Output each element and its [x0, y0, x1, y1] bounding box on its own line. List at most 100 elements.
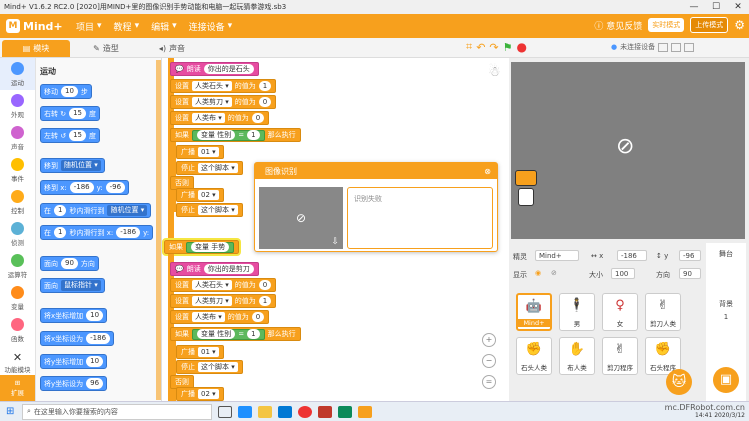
windows-start-icon[interactable]: ⊞	[6, 406, 14, 417]
block-input[interactable]: 0	[258, 280, 272, 290]
set-var-block[interactable]: 设置 人类石头 ▾ 的值为 1	[170, 79, 277, 93]
zoom-in-button[interactable]: +	[482, 333, 496, 347]
block-dropdown[interactable]: 02 ▾	[198, 389, 219, 399]
block-input[interactable]: 1	[258, 296, 272, 306]
category-motion[interactable]: 运动	[0, 58, 35, 90]
palette-block-turn-left[interactable]: 左转 ↺ 15 度	[40, 128, 101, 143]
close-icon[interactable]: ⊗	[484, 167, 491, 176]
green-flag-icon[interactable]: ⚑	[503, 41, 513, 54]
palette-block-turn-right[interactable]: 右转 ↻ 15 度	[40, 106, 101, 121]
palette-block-set-y[interactable]: 将y坐标设为 96	[40, 376, 108, 391]
block-dropdown[interactable]: 人类剪刀 ▾	[192, 296, 232, 306]
block-dropdown[interactable]: 这个脚本 ▾	[198, 205, 238, 215]
set-var-block[interactable]: 设置 人类剪刀 ▾ 的值为 1	[170, 294, 277, 308]
sprite-tile[interactable]: 🤖 Mind+	[516, 293, 552, 331]
edge-browser-icon[interactable]	[238, 405, 252, 418]
sprite-tile[interactable]: ✊ 石头人类	[516, 337, 552, 375]
store-icon[interactable]	[278, 405, 292, 418]
speak-block[interactable]: 💬 朗读 你出的是剪刀	[170, 262, 259, 276]
download-icon[interactable]: ⇩	[331, 237, 339, 247]
set-var-block[interactable]: 设置 人类剪刀 ▾ 的值为 0	[170, 95, 277, 109]
tab-costumes[interactable]: ✎ 造型	[72, 40, 140, 57]
sprite-name-input[interactable]: Mind+	[535, 250, 579, 261]
category-operators[interactable]: 运算符	[0, 250, 35, 282]
fullscreen-icon[interactable]	[684, 42, 695, 52]
block-dropdown[interactable]: 这个脚本 ▾	[198, 163, 238, 173]
feedback-button[interactable]: ⓘ 意见反馈	[594, 19, 642, 32]
menu-tutorial[interactable]: 教程 ▾	[114, 20, 140, 33]
block-input[interactable]: 90	[61, 258, 78, 269]
stop-block[interactable]: 停止 这个脚本 ▾	[176, 203, 243, 217]
sprite-tile[interactable]: ✌ 剪刀人类	[645, 293, 681, 331]
if-block-hand[interactable]: 如果 变量 手势	[162, 238, 242, 256]
palette-block-move[interactable]: 移动 10 步	[40, 84, 92, 99]
stage-panel[interactable]: 舞台 背景 1 ▣	[706, 243, 746, 401]
block-dropdown[interactable]: 随机位置 ▾	[107, 205, 148, 216]
category-variables[interactable]: 变量	[0, 282, 35, 314]
variable-reporter[interactable]: 变量 手势	[191, 242, 230, 252]
tab-blocks[interactable]: ▤ 模块	[2, 40, 70, 57]
redo-icon[interactable]: ↷	[489, 41, 498, 54]
speak-block[interactable]: 💬 朗读 你出的是石头	[170, 62, 259, 76]
menu-project[interactable]: 项目 ▾	[76, 20, 102, 33]
broadcast-block[interactable]: 广播 02 ▾	[176, 387, 224, 401]
sprite-tile[interactable]: ♀ 女	[602, 293, 638, 331]
block-dropdown[interactable]: 人类石头 ▾	[192, 280, 232, 290]
if-else-block[interactable]: 如果 变量 性别 = 1 那么执行	[170, 327, 301, 341]
block-input[interactable]: 10	[86, 310, 104, 321]
palette-block-glide-xy[interactable]: 在 1 秒内滑行到 x: -186 y:	[40, 225, 154, 240]
palette-block-goto[interactable]: 移到 随机位置 ▾	[40, 158, 105, 173]
chrome-icon[interactable]	[298, 405, 312, 418]
block-input[interactable]: 96	[86, 378, 104, 389]
palette-block-glide[interactable]: 在 1 秒内滑行到 随机位置 ▾	[40, 203, 152, 218]
variable-reporter[interactable]: 变量 性别	[197, 329, 236, 339]
block-input[interactable]: 1	[258, 81, 272, 91]
block-input[interactable]: 你出的是剪刀	[203, 264, 254, 274]
robot-sprite-icon[interactable]	[515, 170, 541, 220]
palette-block-point-towards[interactable]: 面向 鼠标指针 ▾	[40, 278, 105, 293]
add-backdrop-button[interactable]: ▣	[713, 367, 739, 393]
direction-input[interactable]: 90	[679, 268, 701, 279]
block-input[interactable]: 1	[54, 227, 67, 238]
block-dropdown[interactable]: 人类石头 ▾	[192, 81, 232, 91]
set-var-block[interactable]: 设置 人类石头 ▾ 的值为 0	[170, 278, 277, 292]
zoom-out-button[interactable]: −	[482, 354, 496, 368]
stage-canvas[interactable]: ⊘	[511, 62, 745, 239]
gear-icon[interactable]: ⚙	[734, 18, 745, 32]
file-explorer-icon[interactable]	[258, 405, 272, 418]
block-dropdown[interactable]: 人类布 ▾	[192, 312, 225, 322]
menu-edit[interactable]: 编辑 ▾	[151, 20, 177, 33]
category-looks[interactable]: 外观	[0, 90, 35, 122]
block-dropdown[interactable]: 01 ▾	[198, 147, 219, 157]
block-input[interactable]: 1	[54, 205, 67, 216]
broadcast-block[interactable]: 广播 01 ▾	[176, 145, 224, 159]
block-input[interactable]: 15	[69, 108, 87, 119]
category-control[interactable]: 控制	[0, 186, 35, 218]
tab-sounds[interactable]: ◂) 声音	[138, 40, 206, 57]
taskbar-search-box[interactable]: ⌕ 在这里输入你要搜索的内容	[22, 403, 212, 420]
variable-reporter[interactable]: 变量 性别	[197, 130, 236, 140]
eye-icon[interactable]: ◉	[535, 269, 541, 277]
block-input[interactable]: 10	[61, 86, 78, 97]
equals-block[interactable]: 变量 性别 = 1	[192, 328, 265, 340]
block-input[interactable]: 10	[86, 356, 104, 367]
if-else-block[interactable]: 如果 变量 性别 = 1 那么执行	[170, 128, 301, 142]
palette-block-change-x[interactable]: 将x坐标增加 10	[40, 308, 108, 323]
category-events[interactable]: 事件	[0, 154, 35, 186]
block-input[interactable]: -186	[116, 227, 141, 238]
palette-block-goto-xy[interactable]: 移到 x: -186 y: -96	[40, 180, 130, 195]
sprite-tile[interactable]: 🕴 男	[559, 293, 595, 331]
eye-off-icon[interactable]: ⊘	[551, 269, 557, 277]
block-dropdown[interactable]: 02 ▾	[198, 190, 219, 200]
block-input[interactable]: -186	[86, 333, 111, 344]
block-input[interactable]: 0	[258, 97, 272, 107]
crop-icon[interactable]: ⌗	[466, 40, 472, 54]
small-stage-icon[interactable]	[658, 42, 669, 52]
block-input[interactable]: 15	[69, 130, 87, 141]
mindplus-taskbar-icon[interactable]	[358, 405, 372, 418]
block-dropdown[interactable]: 01 ▾	[198, 347, 219, 357]
sprite-tile[interactable]: ✌ 剪刀程序	[602, 337, 638, 375]
set-var-block[interactable]: 设置 人类布 ▾ 的值为 0	[170, 111, 270, 125]
palette-scrollbar[interactable]	[156, 60, 161, 400]
stop-block[interactable]: 停止 这个脚本 ▾	[176, 360, 243, 374]
